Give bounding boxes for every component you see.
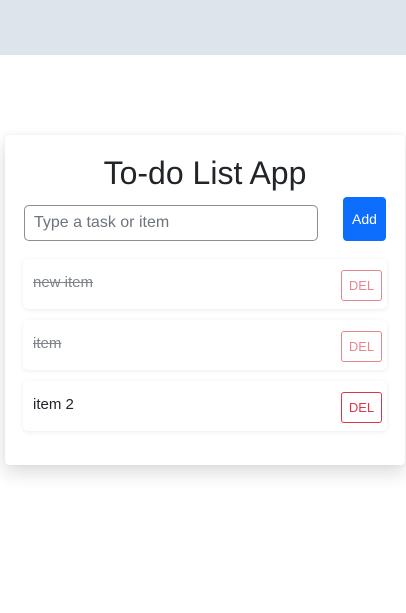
todo-list: new item DEL item DEL item 2 DEL <box>23 259 387 442</box>
add-button[interactable]: Add <box>343 197 386 241</box>
item-text[interactable]: new item <box>33 273 93 293</box>
delete-button[interactable]: DEL <box>341 270 382 301</box>
item-text[interactable]: item <box>33 334 61 354</box>
top-banner <box>0 0 406 55</box>
task-input[interactable] <box>24 205 318 241</box>
delete-button[interactable]: DEL <box>341 331 382 362</box>
list-item[interactable]: item DEL <box>23 320 387 370</box>
list-item[interactable]: item 2 DEL <box>23 381 387 431</box>
todo-card: To-do List App Add new item DEL item DEL… <box>5 135 405 465</box>
page-title: To-do List App <box>103 155 307 191</box>
delete-button[interactable]: DEL <box>341 392 382 423</box>
item-text[interactable]: item 2 <box>33 395 74 415</box>
list-item[interactable]: new item DEL <box>23 259 387 309</box>
